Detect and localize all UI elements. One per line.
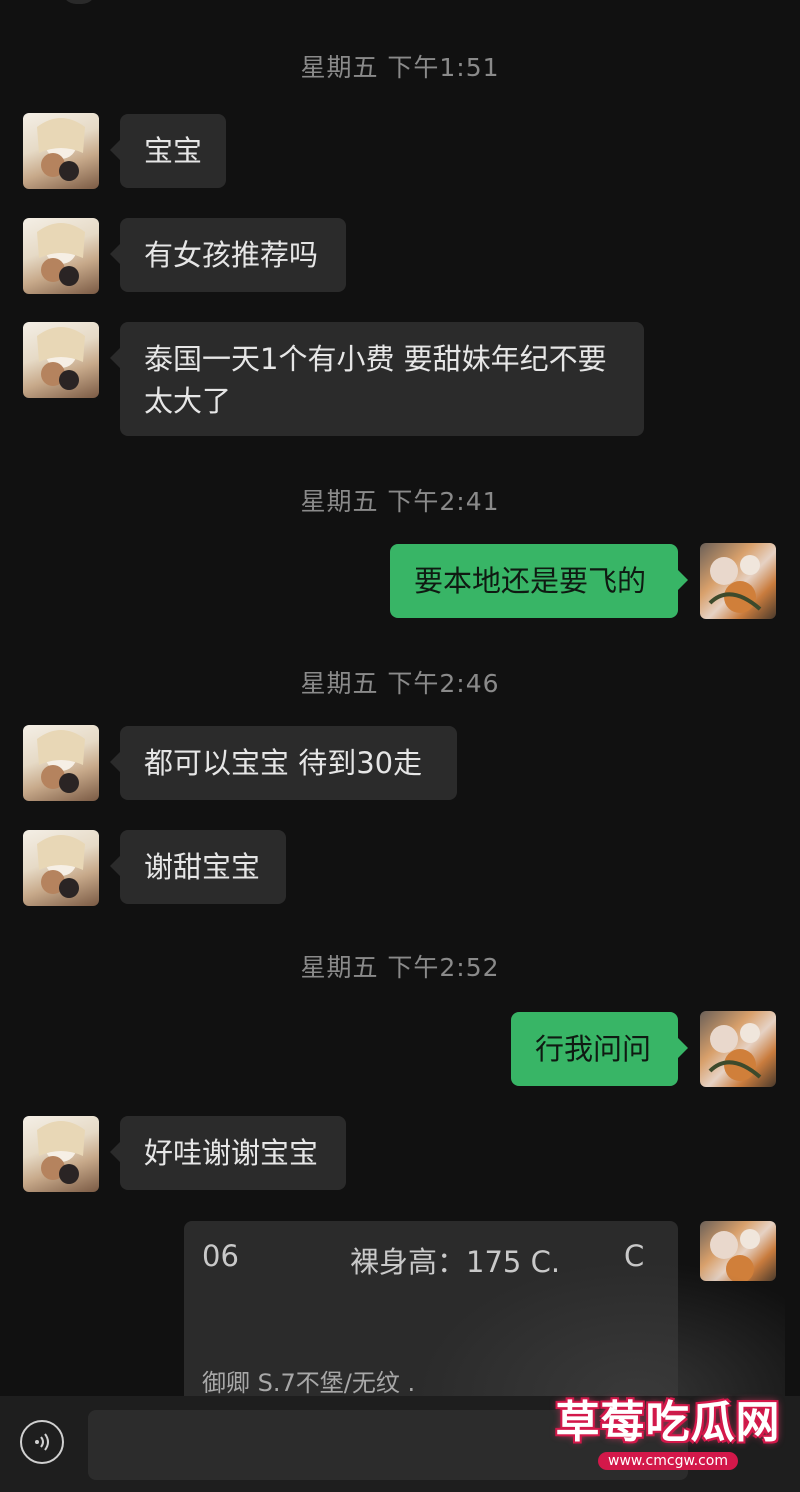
top-edge-decoration (62, 0, 96, 4)
card-number: 06 (202, 1239, 239, 1273)
contact-avatar[interactable] (23, 1116, 99, 1192)
timestamp: 星期五 下午1:51 (300, 53, 500, 82)
watermark-title: 草莓吃瓜网 (555, 1397, 781, 1448)
message-bubble-incoming[interactable]: 泰国一天1个有小费 要甜妹年纪不要太大了 (110, 322, 644, 436)
contact-avatar[interactable] (23, 725, 99, 801)
voice-input-icon[interactable] (20, 1420, 64, 1464)
timestamp: 星期五 下午2:46 (300, 669, 500, 698)
message-bubble-incoming[interactable]: 好哇谢谢宝宝 (110, 1116, 346, 1190)
contact-avatar[interactable] (23, 113, 99, 189)
self-avatar[interactable] (700, 1011, 776, 1087)
message-bubble-outgoing[interactable]: 行我问问 (511, 1012, 688, 1086)
message-bubble-incoming[interactable]: 谢甜宝宝 (110, 830, 286, 904)
contact-avatar[interactable] (23, 322, 99, 398)
contact-avatar[interactable] (23, 218, 99, 294)
message-bubble-outgoing[interactable]: 要本地还是要飞的 (390, 544, 688, 618)
self-avatar[interactable] (700, 543, 776, 619)
timestamp: 星期五 下午2:41 (300, 487, 500, 516)
message-bubble-incoming[interactable]: 都可以宝宝 待到30走 (110, 726, 457, 800)
card-note: 御卿 S.7不堡/无纹 . (202, 1369, 416, 1397)
site-watermark: 草莓吃瓜网 www.cmcgw.com (548, 1378, 788, 1478)
timestamp: 星期五 下午2:52 (300, 953, 500, 982)
message-bubble-incoming[interactable]: 宝宝 (110, 114, 226, 188)
message-bubble-incoming[interactable]: 有女孩推荐吗 (110, 218, 346, 292)
contact-avatar[interactable] (23, 830, 99, 906)
watermark-url: www.cmcgw.com (598, 1452, 738, 1470)
